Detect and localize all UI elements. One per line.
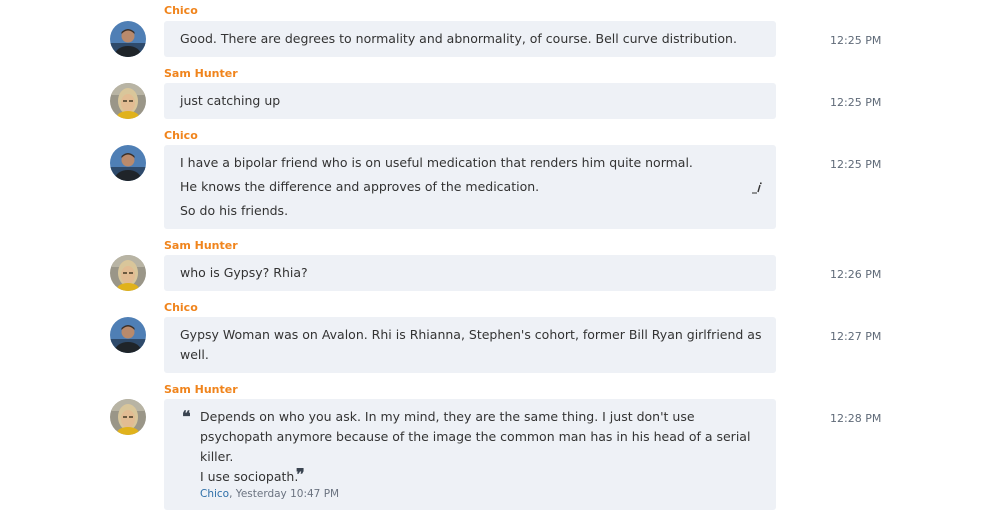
avatar-chico-image [110, 317, 146, 353]
message-text: Good. There are degrees to normality and… [180, 31, 737, 46]
sender-name[interactable]: Sam Hunter [164, 67, 238, 80]
message-bubble[interactable]: Good. There are degrees to normality and… [164, 21, 776, 57]
message-timestamp: 12:25 PM [830, 34, 882, 47]
avatar-chico-image [110, 21, 146, 57]
quote-text: I use sociopath. [200, 469, 299, 484]
message-text: just catching up [180, 93, 281, 108]
message-text: who is Gypsy? Rhia? [180, 265, 308, 280]
message-timestamp: 12:28 PM [830, 412, 882, 425]
message-bubble[interactable]: I have a bipolar friend who is on useful… [164, 145, 776, 229]
avatar-chico[interactable] [110, 21, 146, 57]
message-bubble[interactable]: who is Gypsy? Rhia? [164, 255, 776, 291]
quote-author-link[interactable]: Chico [200, 488, 229, 500]
avatar-chico[interactable] [110, 145, 146, 181]
message-timestamp: 12:26 PM [830, 268, 882, 281]
chat-history: Chico Good. There are degrees to normali… [0, 0, 983, 521]
message-timestamp: 12:25 PM [830, 96, 882, 109]
sender-name[interactable]: Sam Hunter [164, 383, 238, 396]
quote-close-icon: ❞ [296, 465, 305, 484]
quote-separator: , [229, 488, 236, 500]
message-bubble[interactable]: ❝ Depends on who you ask. In my mind, th… [164, 399, 776, 510]
avatar-chico[interactable] [110, 317, 146, 353]
quote-text: Depends on who you ask. In my mind, they… [200, 409, 695, 424]
sender-name[interactable]: Chico [164, 129, 198, 142]
message-text: Gypsy Woman was on Avalon. Rhi is Rhiann… [180, 327, 762, 342]
avatar-sam-hunter[interactable] [110, 399, 146, 435]
message-timestamp: 12:25 PM [830, 158, 882, 171]
avatar-sam-hunter[interactable] [110, 255, 146, 291]
message-text: I have a bipolar friend who is on useful… [180, 155, 693, 170]
quote-text: psychopath anymore because of the image … [200, 429, 751, 444]
message-text: So do his friends. [180, 203, 289, 218]
sender-name[interactable]: Chico [164, 4, 198, 17]
quote-timestamp: Yesterday 10:47 PM [235, 488, 340, 500]
avatar-sam-hunter-image [110, 399, 146, 435]
quote-text: killer. [200, 449, 234, 464]
message-bubble[interactable]: just catching up [164, 83, 776, 119]
avatar-sam-hunter-image [110, 83, 146, 119]
message-text: He knows the difference and approves of … [180, 179, 540, 194]
avatar-chico-image [110, 145, 146, 181]
edit-pencil-icon[interactable] [752, 179, 764, 198]
sender-name[interactable]: Sam Hunter [164, 239, 238, 252]
avatar-sam-hunter[interactable] [110, 83, 146, 119]
avatar-sam-hunter-image [110, 255, 146, 291]
quote-attribution: Chico, Yesterday 10:47 PM [200, 488, 339, 500]
message-text: well. [180, 347, 209, 362]
sender-name[interactable]: Chico [164, 301, 198, 314]
message-timestamp: 12:27 PM [830, 330, 882, 343]
message-bubble[interactable]: Gypsy Woman was on Avalon. Rhi is Rhiann… [164, 317, 776, 373]
quote-open-icon: ❝ [182, 407, 191, 426]
